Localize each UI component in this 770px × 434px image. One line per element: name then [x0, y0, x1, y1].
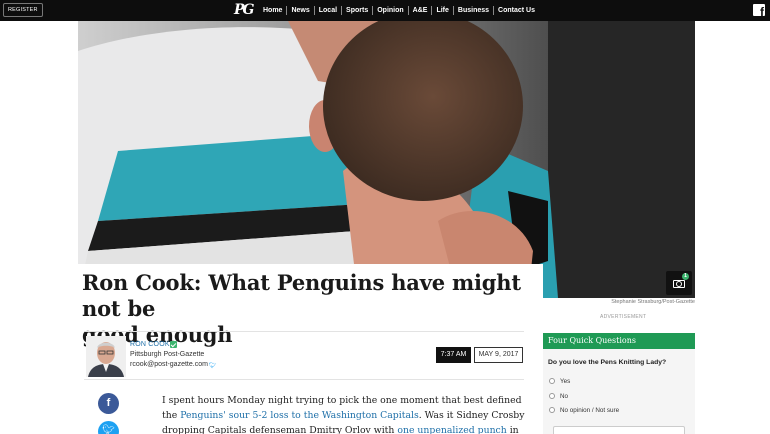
- inline-link-unpenalized-punch[interactable]: one unpenalized punch: [397, 425, 506, 434]
- photo-credit: Stephanie Strasburg/Post-Gazette: [611, 299, 695, 305]
- article-body: I spent hours Monday night trying to pic…: [162, 393, 525, 434]
- quick-questions-poll: Four Quick Questions Do you love the Pen…: [543, 333, 695, 434]
- register-button[interactable]: REGISTER: [3, 3, 43, 17]
- verified-icon: [170, 341, 177, 348]
- inline-link-penguins-loss[interactable]: Penguins' sour 5-2 loss to the Washingto…: [180, 410, 419, 421]
- nav-item-news[interactable]: News: [286, 6, 313, 15]
- poll-submit-button[interactable]: [553, 426, 685, 434]
- author-email-link[interactable]: rcook@post-gazette.com: [130, 361, 208, 368]
- pg-logo[interactable]: PG: [234, 1, 256, 20]
- body-line: I spent hours Monday night trying to pic…: [162, 395, 522, 406]
- radio-button[interactable]: [549, 393, 555, 399]
- photo-gallery-button[interactable]: 1: [666, 271, 692, 295]
- nav-item-ae[interactable]: A&E: [407, 6, 432, 15]
- hero-photo-illustration: [78, 21, 695, 298]
- gallery-count-badge: 1: [682, 273, 689, 280]
- advertisement-label: ADVERTISEMENT: [600, 314, 647, 320]
- article-headline: Ron Cook: What Penguins have might not b…: [82, 270, 542, 348]
- byline-divider-bottom: [84, 379, 524, 380]
- twitter-icon[interactable]: 🐦︎: [209, 362, 217, 369]
- top-nav-bar: REGISTER PG Home News Local Sports Opini…: [0, 0, 770, 21]
- poll-option-yes[interactable]: Yes: [549, 378, 570, 385]
- nav-item-business[interactable]: Business: [452, 6, 493, 15]
- poll-option-no-opinion[interactable]: No opinion / Not sure: [549, 407, 619, 414]
- poll-question: Do you love the Pens Knitting Lady?: [548, 359, 667, 366]
- nav-item-contact-us[interactable]: Contact Us: [493, 6, 539, 15]
- nav-item-local[interactable]: Local: [313, 6, 341, 15]
- facebook-icon[interactable]: f: [753, 4, 765, 16]
- share-facebook-button[interactable]: f: [98, 393, 119, 414]
- publish-time: 7:37 AM: [436, 347, 471, 363]
- nav-item-opinion[interactable]: Opinion: [372, 6, 407, 15]
- main-nav: Home News Local Sports Opinion A&E Life …: [259, 0, 539, 21]
- poll-option-no[interactable]: No: [549, 393, 568, 400]
- hero-photo[interactable]: 1: [78, 21, 695, 298]
- headline-line-1: Ron Cook: What Penguins have might not b…: [82, 270, 521, 321]
- nav-item-sports[interactable]: Sports: [341, 6, 372, 15]
- share-twitter-button[interactable]: 🐦︎: [98, 421, 119, 434]
- author-avatar[interactable]: [86, 336, 126, 377]
- author-organization: Pittsburgh Post-Gazette: [130, 351, 205, 358]
- radio-button[interactable]: [549, 407, 555, 413]
- byline-divider-top: [84, 331, 524, 332]
- poll-title: Four Quick Questions: [543, 333, 695, 349]
- nav-item-home[interactable]: Home: [259, 6, 286, 15]
- nav-item-life[interactable]: Life: [431, 6, 452, 15]
- publish-date: MAY 9, 2017: [474, 347, 523, 363]
- author-name-link[interactable]: RON COOK: [130, 341, 170, 348]
- body-line: the Penguins' sour 5-2 loss to the Washi…: [162, 410, 525, 421]
- body-line: dropping Capitals defenseman Dmitry Orlo…: [162, 425, 519, 434]
- radio-button[interactable]: [549, 378, 555, 384]
